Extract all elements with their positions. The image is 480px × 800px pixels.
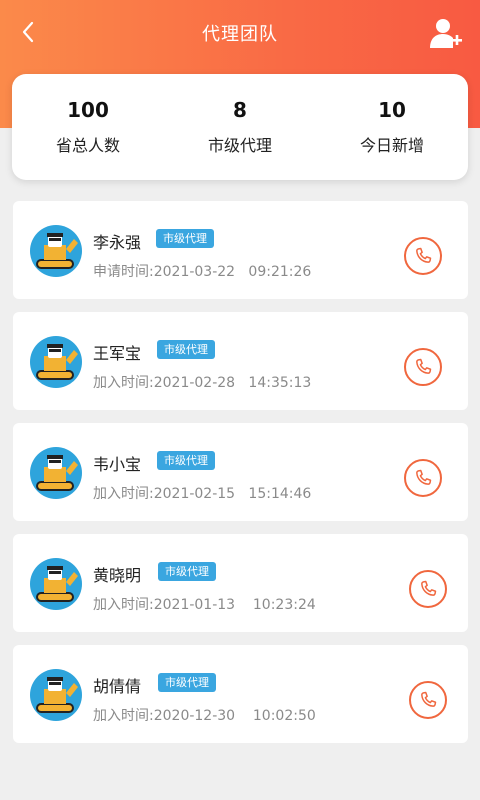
stat-value: 8 (233, 98, 247, 122)
agent-name: 黄晓明 (93, 566, 142, 585)
time-label: 加入时间: (93, 708, 154, 724)
phone-icon (421, 580, 437, 596)
stats-card: 100 省总人数 8 市级代理 10 今日新增 (12, 74, 468, 180)
agent-card[interactable]: 胡倩倩 市级代理 加入时间:2020-12-30 10:02:50 (13, 645, 468, 743)
avatar (30, 225, 82, 277)
stat-province-total: 100 省总人数 (12, 74, 164, 180)
call-button[interactable] (404, 348, 442, 386)
time-label: 加入时间: (93, 597, 154, 613)
agent-level-badge: 市级代理 (157, 340, 215, 359)
excavator-avatar-icon (36, 344, 78, 380)
excavator-avatar-icon (36, 233, 78, 269)
agent-card[interactable]: 韦小宝 市级代理 加入时间:2021-02-15 15:14:46 (13, 423, 468, 521)
avatar (30, 336, 82, 388)
agent-time: 加入时间:2021-02-15 15:14:46 (93, 483, 311, 503)
agent-name: 李永强 (93, 233, 142, 252)
agent-card[interactable]: 王军宝 市级代理 加入时间:2021-02-28 14:35:13 (13, 312, 468, 410)
excavator-avatar-icon (36, 566, 78, 602)
page-title: 代理团队 (202, 24, 278, 45)
phone-icon (416, 247, 432, 263)
call-button[interactable] (404, 459, 442, 497)
agent-time: 加入时间:2020-12-30 10:02:50 (93, 705, 316, 725)
agent-time: 申请时间:2021-03-22 09:21:26 (93, 261, 311, 281)
time-label: 申请时间: (93, 264, 154, 280)
call-button[interactable] (409, 681, 447, 719)
time-value: 2021-02-28 14:35:13 (153, 375, 312, 391)
stat-label: 今日新增 (359, 136, 424, 155)
agent-level-badge: 市级代理 (158, 673, 216, 692)
agent-name: 韦小宝 (93, 455, 142, 474)
avatar (30, 669, 82, 721)
phone-icon (416, 358, 432, 374)
phone-icon (421, 691, 437, 707)
call-button[interactable] (404, 237, 442, 275)
agent-level-badge: 市级代理 (157, 451, 215, 470)
agent-time: 加入时间:2021-01-13 10:23:24 (93, 594, 316, 614)
time-label: 加入时间: (93, 486, 154, 502)
excavator-avatar-icon (36, 677, 78, 713)
avatar (30, 558, 82, 610)
stat-city-agents: 8 市级代理 (164, 74, 316, 180)
stat-value: 100 (67, 98, 109, 122)
agent-level-badge: 市级代理 (156, 229, 214, 248)
stat-value: 10 (378, 98, 406, 122)
stat-today-new: 10 今日新增 (316, 74, 468, 180)
add-user-icon (430, 19, 462, 48)
avatar (30, 447, 82, 499)
time-value: 2020-12-30 10:02:50 (153, 708, 316, 724)
phone-icon (416, 469, 432, 485)
stat-label: 省总人数 (55, 136, 120, 155)
time-value: 2021-01-13 10:23:24 (153, 597, 316, 613)
agent-card[interactable]: 黄晓明 市级代理 加入时间:2021-01-13 10:23:24 (13, 534, 468, 632)
agent-time: 加入时间:2021-02-28 14:35:13 (93, 372, 311, 392)
stat-label: 市级代理 (207, 136, 272, 155)
agent-list: 李永强 市级代理 申请时间:2021-03-22 09:21:26 王军宝 市级… (13, 201, 468, 756)
agent-name: 胡倩倩 (93, 677, 142, 696)
agent-level-badge: 市级代理 (158, 562, 216, 581)
time-label: 加入时间: (93, 375, 154, 391)
time-value: 2021-02-15 15:14:46 (153, 486, 312, 502)
time-value: 2021-03-22 09:21:26 (153, 264, 312, 280)
agent-name: 王军宝 (93, 344, 142, 363)
call-button[interactable] (409, 570, 447, 608)
agent-card[interactable]: 李永强 市级代理 申请时间:2021-03-22 09:21:26 (13, 201, 468, 299)
add-user-button[interactable] (426, 14, 466, 54)
excavator-avatar-icon (36, 455, 78, 491)
